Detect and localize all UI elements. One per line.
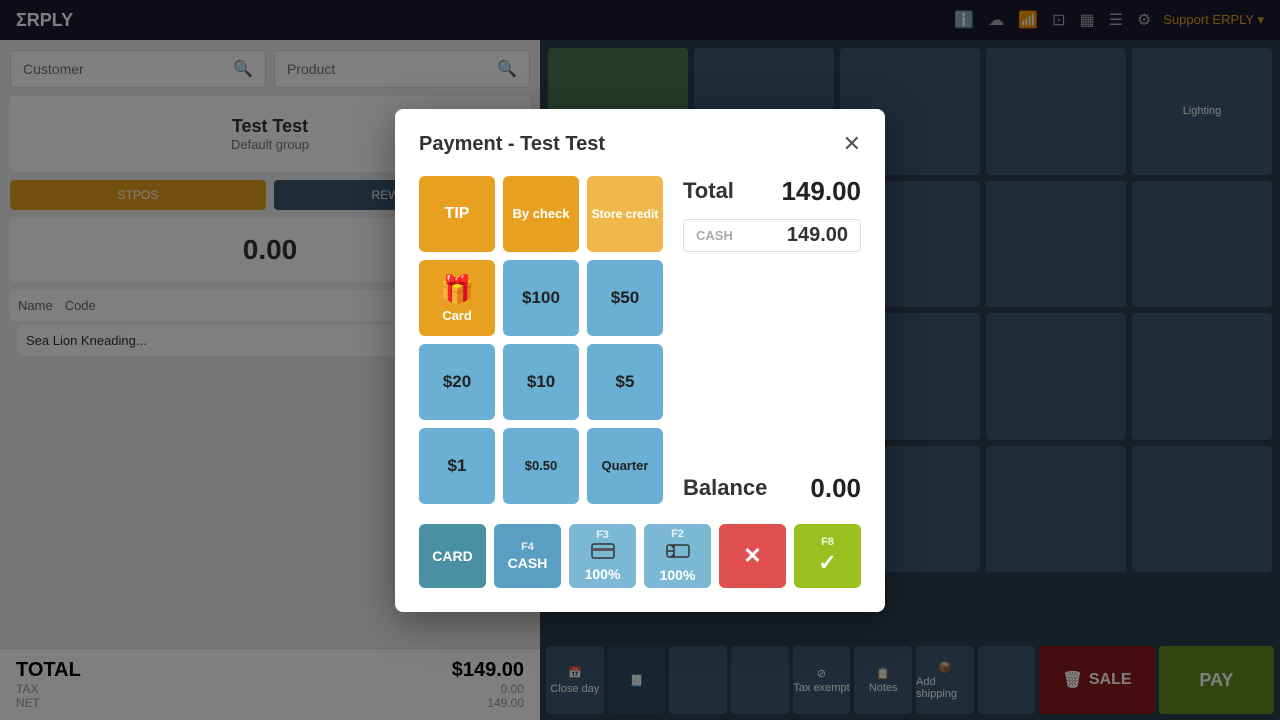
hundred-button[interactable]: $100	[503, 260, 579, 336]
gift-card-button[interactable]: 🎁 Card	[419, 260, 495, 336]
confirm-button[interactable]: F8 ✓	[794, 524, 861, 588]
card-button-label: CARD	[432, 548, 472, 564]
cancel-button[interactable]: ✕	[719, 524, 786, 588]
payment-methods-grid: TIP By check Store credit 🎁 Card $100 $5…	[419, 176, 663, 504]
gift-fn-key: F2	[671, 528, 684, 540]
modal-overlay: Payment - Test Test ✕ TIP By check Store…	[0, 0, 1280, 720]
balance-amount: 0.00	[810, 473, 861, 504]
cash-input-value: 149.00	[787, 224, 848, 247]
by-check-button[interactable]: By check	[503, 176, 579, 252]
fifty-cents-button[interactable]: $0.50	[503, 428, 579, 504]
total-label: Total	[683, 178, 734, 204]
gift-100-button[interactable]: F2 100%	[644, 524, 711, 588]
modal-title: Payment - Test Test	[419, 133, 605, 156]
gift-card-label: Card	[442, 308, 472, 323]
cancel-icon: ✕	[743, 543, 761, 569]
cash-input-label: CASH	[696, 228, 733, 243]
store-credit-button[interactable]: Store credit	[587, 176, 663, 252]
cash-action-button[interactable]: F4 CASH	[494, 524, 561, 588]
ten-button[interactable]: $10	[503, 344, 579, 420]
cash-fn-key: F4	[521, 541, 534, 553]
one-button[interactable]: $1	[419, 428, 495, 504]
payment-totals: Total 149.00 CASH 149.00 Balance 0.00	[683, 176, 861, 504]
card-action-button[interactable]: CARD	[419, 524, 486, 588]
balance-line: Balance 0.00	[683, 473, 861, 504]
modal-header: Payment - Test Test ✕	[419, 133, 861, 156]
credit-fn-key: F3	[596, 529, 609, 541]
confirm-fn-key: F8	[821, 536, 834, 548]
total-amount: 149.00	[781, 176, 861, 207]
gift-icon: 🎁	[440, 273, 475, 306]
total-line: Total 149.00	[683, 176, 861, 207]
credit-card-icon	[591, 543, 615, 564]
twenty-button[interactable]: $20	[419, 344, 495, 420]
action-buttons-row: CARD F4 CASH F3 100% F2	[419, 524, 861, 588]
gift-ticket-icon	[666, 542, 690, 565]
quarter-button[interactable]: Quarter	[587, 428, 663, 504]
balance-label: Balance	[683, 475, 767, 501]
five-button[interactable]: $5	[587, 344, 663, 420]
gift-pct-label: 100%	[660, 567, 696, 583]
cash-input-row[interactable]: CASH 149.00	[683, 219, 861, 252]
cash-button-label: CASH	[508, 555, 548, 571]
credit-card-100-button[interactable]: F3 100%	[569, 524, 636, 588]
credit-pct-label: 100%	[585, 566, 621, 582]
modal-body: TIP By check Store credit 🎁 Card $100 $5…	[419, 176, 861, 504]
fifty-button[interactable]: $50	[587, 260, 663, 336]
tip-button[interactable]: TIP	[419, 176, 495, 252]
modal-close-button[interactable]: ✕	[843, 133, 861, 155]
spacer	[683, 264, 861, 461]
payment-modal: Payment - Test Test ✕ TIP By check Store…	[395, 109, 885, 612]
confirm-icon: ✓	[818, 550, 836, 576]
